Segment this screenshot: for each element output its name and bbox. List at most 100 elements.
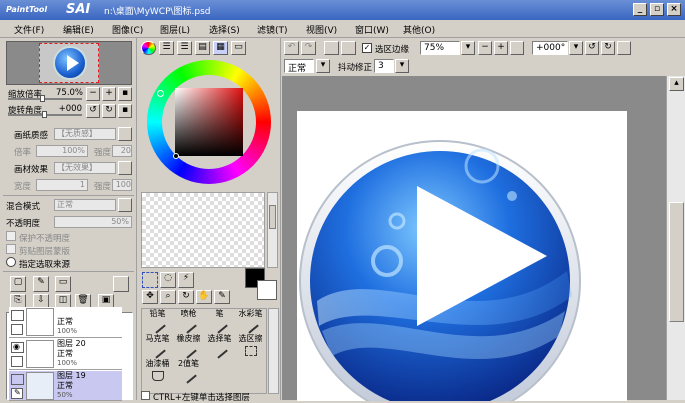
hand-tool[interactable]: ✋	[196, 290, 212, 304]
minimize-button[interactable]: _	[633, 3, 647, 16]
canvas-rotate-reset-button[interactable]	[617, 41, 631, 55]
zoom-reset-button[interactable]: ▪	[118, 87, 132, 101]
paper-effect-select[interactable]: 【无效果】	[54, 162, 116, 174]
scroll-thumb[interactable]	[669, 202, 684, 322]
paper-texture-dropdown[interactable]	[118, 127, 132, 141]
rotate-reset-button[interactable]: ▪	[118, 104, 132, 118]
paint-mode-dropdown[interactable]: ▾	[316, 59, 330, 73]
layer-lock-checkbox[interactable]	[11, 324, 23, 335]
saturation-value-square[interactable]	[175, 88, 243, 156]
canvas-document[interactable]	[297, 111, 627, 401]
canvas-rotate-left-button[interactable]: ↺	[585, 41, 599, 55]
tool-binary-pen[interactable]: 2值笔	[173, 359, 204, 384]
rotate-left-button[interactable]: ↺	[86, 104, 100, 118]
ctrl-select-checkbox[interactable]	[141, 391, 150, 400]
rotate-right-button[interactable]: ↻	[102, 104, 116, 118]
zoom-select-dropdown[interactable]: ▾	[461, 41, 475, 55]
move-tool[interactable]: ✥	[142, 290, 158, 304]
menu-window[interactable]: 窗口(W)	[355, 23, 389, 36]
menu-image[interactable]: 图像(C)	[112, 23, 143, 36]
canvas-zoom-out-button[interactable]: −	[478, 41, 492, 55]
stabilizer-select[interactable]: 3	[374, 59, 394, 73]
visibility-toggle[interactable]	[11, 310, 24, 321]
tool-select-pen[interactable]: 选择笔	[204, 334, 235, 359]
hsv-slider-tab[interactable]: ☰	[177, 41, 192, 55]
menu-select[interactable]: 选择(S)	[209, 23, 240, 36]
eyedropper-tool[interactable]: ✎	[214, 290, 230, 304]
magic-wand-tool[interactable]: ⚡	[178, 272, 194, 288]
paper-strength-field[interactable]: 20	[112, 145, 132, 157]
color-wheel-tab[interactable]	[141, 41, 156, 55]
menu-other[interactable]: 其他(O)	[403, 23, 435, 36]
layer-item-selected[interactable]: ✎ 图层 19 正常 50%	[9, 371, 122, 401]
protect-opacity-checkbox[interactable]	[6, 231, 16, 241]
secondary-color-swatch[interactable]	[257, 280, 277, 300]
tool-eraser[interactable]: 橡皮擦	[173, 334, 204, 359]
new-linework-layer-button[interactable]: ✎	[33, 276, 49, 292]
clip-mask-checkbox[interactable]	[6, 244, 16, 254]
navigator-preview[interactable]	[6, 41, 132, 85]
visibility-toggle[interactable]: ◉	[11, 342, 24, 353]
undo-button[interactable]: ↶	[284, 41, 299, 55]
effect-width-field[interactable]: 1	[36, 179, 88, 191]
menu-view[interactable]: 视图(V)	[306, 23, 337, 36]
tool-grid-scrollbar[interactable]	[268, 308, 279, 394]
menu-file[interactable]: 文件(F)	[14, 23, 44, 36]
zoom-slider[interactable]	[8, 95, 82, 102]
redo-button[interactable]: ↷	[301, 41, 316, 55]
layer-options-button[interactable]	[113, 276, 129, 292]
effect-strength-field[interactable]: 100	[112, 179, 132, 191]
new-folder-button[interactable]: ▭	[55, 276, 71, 292]
color-scratchpad[interactable]	[141, 192, 265, 268]
zoom-select[interactable]: 75%	[420, 41, 460, 55]
tool-pen[interactable]: 笔	[204, 309, 235, 334]
zoom-tool[interactable]: ⌕	[160, 290, 176, 304]
layer-lock-checkbox[interactable]	[11, 356, 23, 367]
close-button[interactable]: ×	[667, 3, 681, 16]
layer-lock-checkbox[interactable]: ✎	[11, 388, 23, 399]
paper-texture-select[interactable]: 【无质感】	[54, 128, 116, 140]
zoom-out-button[interactable]: −	[86, 87, 100, 101]
rect-select-tool[interactable]	[142, 272, 158, 288]
layer-item[interactable]: ◉ 图层 20 正常 100%	[9, 339, 122, 370]
menu-edit[interactable]: 编辑(E)	[63, 23, 94, 36]
blend-mode-dropdown[interactable]	[118, 198, 132, 212]
menu-layer[interactable]: 图层(L)	[160, 23, 190, 36]
invert-select-button[interactable]	[341, 41, 356, 55]
scratchpad-scrollbar[interactable]	[267, 192, 278, 268]
visibility-toggle[interactable]	[11, 374, 24, 385]
mixer-tab[interactable]: ▤	[195, 41, 210, 55]
paper-scale-field[interactable]: 100%	[36, 145, 88, 157]
rotation-select[interactable]: +000°	[532, 41, 568, 55]
tool-select-eraser[interactable]: 选区擦	[235, 334, 266, 359]
tool-bucket[interactable]: 油漆桶	[142, 359, 173, 384]
canvas-rotate-right-button[interactable]: ↻	[601, 41, 615, 55]
canvas-zoom-in-button[interactable]: +	[494, 41, 508, 55]
tool-pencil[interactable]: 铅笔	[142, 309, 173, 334]
lasso-tool[interactable]: ◌	[160, 272, 176, 288]
rotate-slider[interactable]	[8, 111, 82, 118]
stabilizer-dropdown[interactable]: ▾	[395, 59, 409, 73]
paper-effect-dropdown[interactable]	[118, 161, 132, 175]
swatch-tab[interactable]: ▦	[213, 41, 228, 55]
new-layer-button[interactable]: ▢	[10, 276, 26, 292]
paint-mode-select[interactable]: 正常	[284, 59, 314, 74]
anti-alias-checkbox[interactable]: ✓	[362, 43, 372, 53]
scroll-up-button[interactable]: ▴	[669, 77, 684, 91]
opacity-slider[interactable]: 50%	[54, 216, 132, 228]
tool-marker[interactable]: 马克笔	[142, 334, 173, 359]
selection-source-radio[interactable]	[6, 257, 16, 267]
maximize-button[interactable]: ▫	[650, 3, 664, 16]
zoom-in-button[interactable]: +	[102, 87, 116, 101]
layer-item[interactable]: 正常 100%	[9, 307, 122, 338]
tool-watercolor[interactable]: 水彩笔	[235, 309, 266, 334]
canvas-viewport[interactable]	[282, 76, 666, 401]
canvas-vertical-scrollbar[interactable]: ▴	[666, 76, 685, 400]
rotation-dropdown[interactable]: ▾	[569, 41, 583, 55]
rgb-slider-tab[interactable]: ☰	[159, 41, 174, 55]
deselect-button[interactable]	[324, 41, 339, 55]
scratchpad-tab[interactable]: ▭	[231, 41, 246, 55]
blend-mode-select[interactable]: 正常	[54, 199, 116, 211]
canvas-zoom-reset-button[interactable]	[510, 41, 524, 55]
menu-filter[interactable]: 滤镜(T)	[257, 23, 288, 36]
